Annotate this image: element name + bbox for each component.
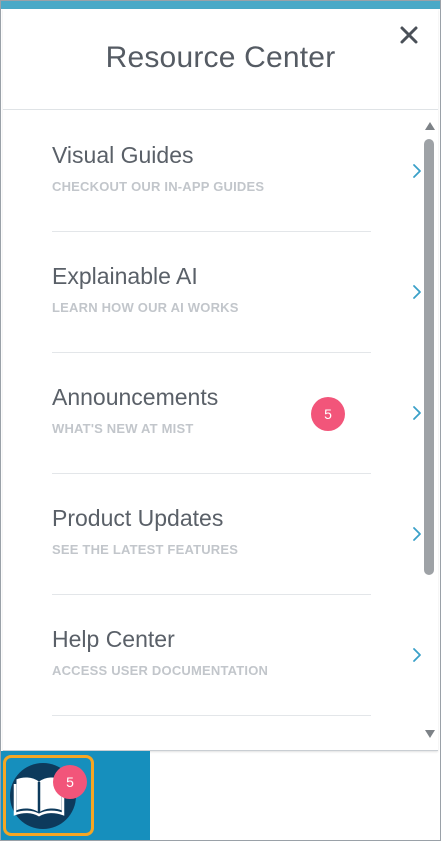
item-title: Product Updates	[52, 505, 224, 531]
item-title: Visual Guides	[52, 142, 194, 168]
item-subtitle: SEE THE LATEST FEATURES	[52, 542, 239, 557]
scrollbar-thumb[interactable]	[424, 139, 434, 575]
notification-badge: 5	[311, 397, 345, 431]
item-title: Help Center	[52, 626, 175, 652]
launcher-notification-badge: 5	[53, 765, 87, 799]
vertical-scrollbar[interactable]	[422, 119, 438, 749]
list-item-help-center[interactable]: Help Center ACCESS USER DOCUMENTATION	[52, 594, 421, 716]
launcher-area: 5	[1, 751, 150, 840]
panel-title: Resource Center	[105, 41, 336, 74]
top-accent-strip	[1, 1, 440, 9]
list-item-visual-guides[interactable]: Visual Guides CHECKOUT OUR IN-APP GUIDES	[52, 110, 421, 232]
item-subtitle: WHAT'S NEW AT MIST	[52, 421, 194, 436]
scroll-up-arrow-icon[interactable]	[425, 122, 435, 130]
close-button[interactable]	[396, 22, 422, 48]
item-title: Explainable AI	[52, 263, 198, 289]
resource-list: Visual Guides CHECKOUT OUR IN-APP GUIDES…	[3, 110, 423, 750]
scroll-down-arrow-icon[interactable]	[425, 730, 435, 738]
list-item-announcements[interactable]: Announcements WHAT'S NEW AT MIST 5	[52, 352, 421, 474]
panel-header: Resource Center	[3, 9, 438, 110]
list-item-explainable-ai[interactable]: Explainable AI LEARN HOW OUR AI WORKS	[52, 231, 421, 353]
item-subtitle: ACCESS USER DOCUMENTATION	[52, 663, 269, 678]
resource-center-panel: Resource Center Visual Guides CHECKOUT O…	[3, 9, 438, 751]
item-title: Announcements	[52, 384, 219, 410]
item-subtitle: CHECKOUT OUR IN-APP GUIDES	[52, 179, 265, 194]
resource-center-launcher-button[interactable]: 5	[3, 755, 94, 836]
item-subtitle: LEARN HOW OUR AI WORKS	[52, 300, 239, 315]
list-item-product-updates[interactable]: Product Updates SEE THE LATEST FEATURES	[52, 473, 421, 595]
close-icon	[396, 22, 422, 48]
